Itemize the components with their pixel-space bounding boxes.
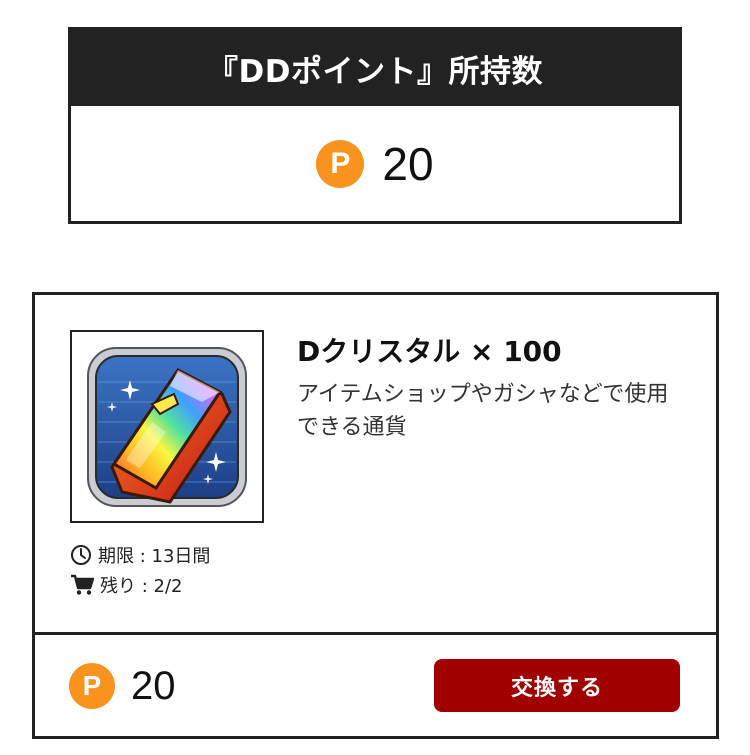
exchange-button[interactable]: 交換する [434,659,680,712]
item-purchase-bar: P 20 交換する [35,635,716,739]
item-thumbnail [70,330,264,523]
item-details: Dクリスタル × 100 アイテムショップやガシャなどで使用できる通貨 期限 :… [35,295,716,635]
points-balance: P 20 [71,106,679,221]
d-crystal-icon [87,346,247,507]
item-cost: P 20 [69,663,176,709]
remaining-text: 残り : 2/2 [100,576,183,597]
item-card: Dクリスタル × 100 アイテムショップやガシャなどで使用できる通貨 期限 :… [32,292,719,739]
points-value: 20 [382,137,434,190]
deadline-text: 期限 : 13日間 [98,546,211,567]
item-remaining: 残り : 2/2 [70,572,182,598]
point-icon: P [69,663,115,709]
cart-icon [71,574,94,595]
item-name: Dクリスタル × 100 [297,335,562,368]
clock-icon [71,545,91,565]
cost-value: 20 [131,663,176,708]
item-description: アイテムショップやガシャなどで使用できる通貨 [297,382,669,440]
item-deadline: 期限 : 13日間 [70,542,210,568]
points-panel-title: 『DDポイント』所持数 [71,30,679,106]
points-panel: 『DDポイント』所持数 P 20 [68,27,682,224]
point-icon: P [316,139,365,188]
